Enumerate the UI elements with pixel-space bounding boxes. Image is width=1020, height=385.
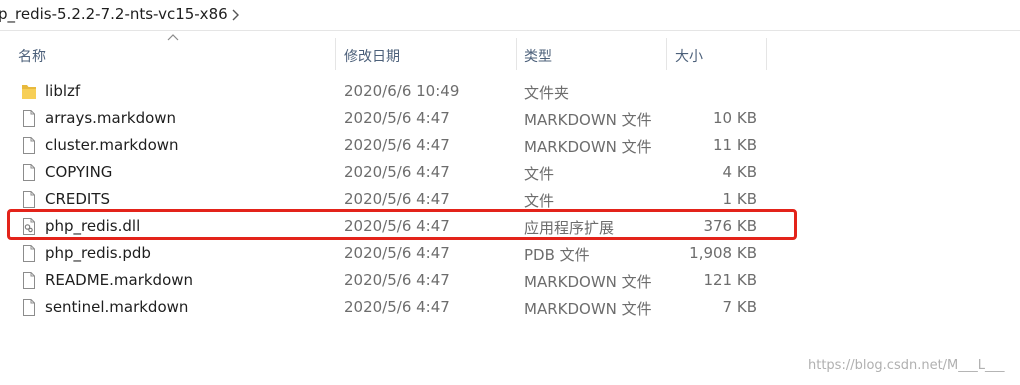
watermark: https://blog.csdn.net/M___L___ <box>808 358 1005 373</box>
file-icon <box>23 164 35 181</box>
file-name: liblzf <box>45 82 81 100</box>
column-divider[interactable] <box>335 38 336 70</box>
file-icon <box>23 137 35 154</box>
file-type: MARKDOWN 文件 <box>524 273 652 291</box>
file-row-php-redis-pdb[interactable]: php_redis.pdb 2020/5/6 4:47 PDB 文件 1,908… <box>0 240 1020 267</box>
file-size: 1,908 KB <box>689 244 757 262</box>
file-modified: 2020/5/6 4:47 <box>344 190 450 208</box>
file-name: README.markdown <box>45 271 194 289</box>
annotation-highlight-box <box>7 209 797 240</box>
file-size: 4 KB <box>722 163 757 181</box>
file-name: COPYING <box>45 163 113 181</box>
file-name: sentinel.markdown <box>45 298 189 316</box>
file-modified: 2020/5/6 4:47 <box>344 136 450 154</box>
file-name: CREDITS <box>45 190 111 208</box>
file-size: 7 KB <box>722 298 757 316</box>
file-icon <box>23 272 35 289</box>
breadcrumb-path[interactable]: p_redis-5.2.2-7.2-nts-vc15-x86 <box>0 5 228 23</box>
column-header-type[interactable]: 类型 <box>524 46 552 66</box>
file-type: 文件 <box>524 165 555 183</box>
folder-icon <box>22 85 36 99</box>
column-divider[interactable] <box>766 38 767 70</box>
file-type: MARKDOWN 文件 <box>524 138 652 156</box>
file-type: PDB 文件 <box>524 246 590 264</box>
file-modified: 2020/6/6 10:49 <box>344 82 460 100</box>
column-header-row: 名称 修改日期 类型 大小 <box>0 38 1020 70</box>
file-modified: 2020/5/6 4:47 <box>344 244 450 262</box>
file-modified: 2020/5/6 4:47 <box>344 109 450 127</box>
file-name: php_redis.pdb <box>45 244 151 262</box>
file-type: MARKDOWN 文件 <box>524 111 652 129</box>
file-modified: 2020/5/6 4:47 <box>344 298 450 316</box>
file-row-copying[interactable]: COPYING 2020/5/6 4:47 文件 4 KB <box>0 159 1020 186</box>
column-divider[interactable] <box>666 38 667 70</box>
file-size: 10 KB <box>713 109 757 127</box>
file-icon <box>23 299 35 316</box>
file-row-readme-markdown[interactable]: README.markdown 2020/5/6 4:47 MARKDOWN 文… <box>0 267 1020 294</box>
file-type: 文件夹 <box>524 84 570 102</box>
file-row-cluster-markdown[interactable]: cluster.markdown 2020/5/6 4:47 MARKDOWN … <box>0 132 1020 159</box>
column-divider[interactable] <box>516 38 517 70</box>
file-modified: 2020/5/6 4:47 <box>344 271 450 289</box>
file-row-arrays-markdown[interactable]: arrays.markdown 2020/5/6 4:47 MARKDOWN 文… <box>0 105 1020 132</box>
column-header-name[interactable]: 名称 <box>18 46 46 66</box>
file-name: arrays.markdown <box>45 109 177 127</box>
file-modified: 2020/5/6 4:47 <box>344 163 450 181</box>
chevron-right-icon[interactable] <box>229 6 243 24</box>
file-type: 文件 <box>524 192 555 210</box>
file-icon <box>23 191 35 208</box>
file-row-liblzf[interactable]: liblzf 2020/6/6 10:49 文件夹 <box>0 78 1020 105</box>
file-row-sentinel-markdown[interactable]: sentinel.markdown 2020/5/6 4:47 MARKDOWN… <box>0 294 1020 321</box>
file-icon <box>23 110 35 127</box>
column-header-size[interactable]: 大小 <box>675 46 703 66</box>
file-size: 121 KB <box>703 271 757 289</box>
file-type: MARKDOWN 文件 <box>524 300 652 318</box>
file-size: 1 KB <box>722 190 757 208</box>
file-size: 11 KB <box>713 136 757 154</box>
breadcrumb[interactable]: p_redis-5.2.2-7.2-nts-vc15-x86 <box>0 0 1020 31</box>
column-header-modified[interactable]: 修改日期 <box>344 46 400 66</box>
file-icon <box>23 245 35 262</box>
file-name: cluster.markdown <box>45 136 179 154</box>
